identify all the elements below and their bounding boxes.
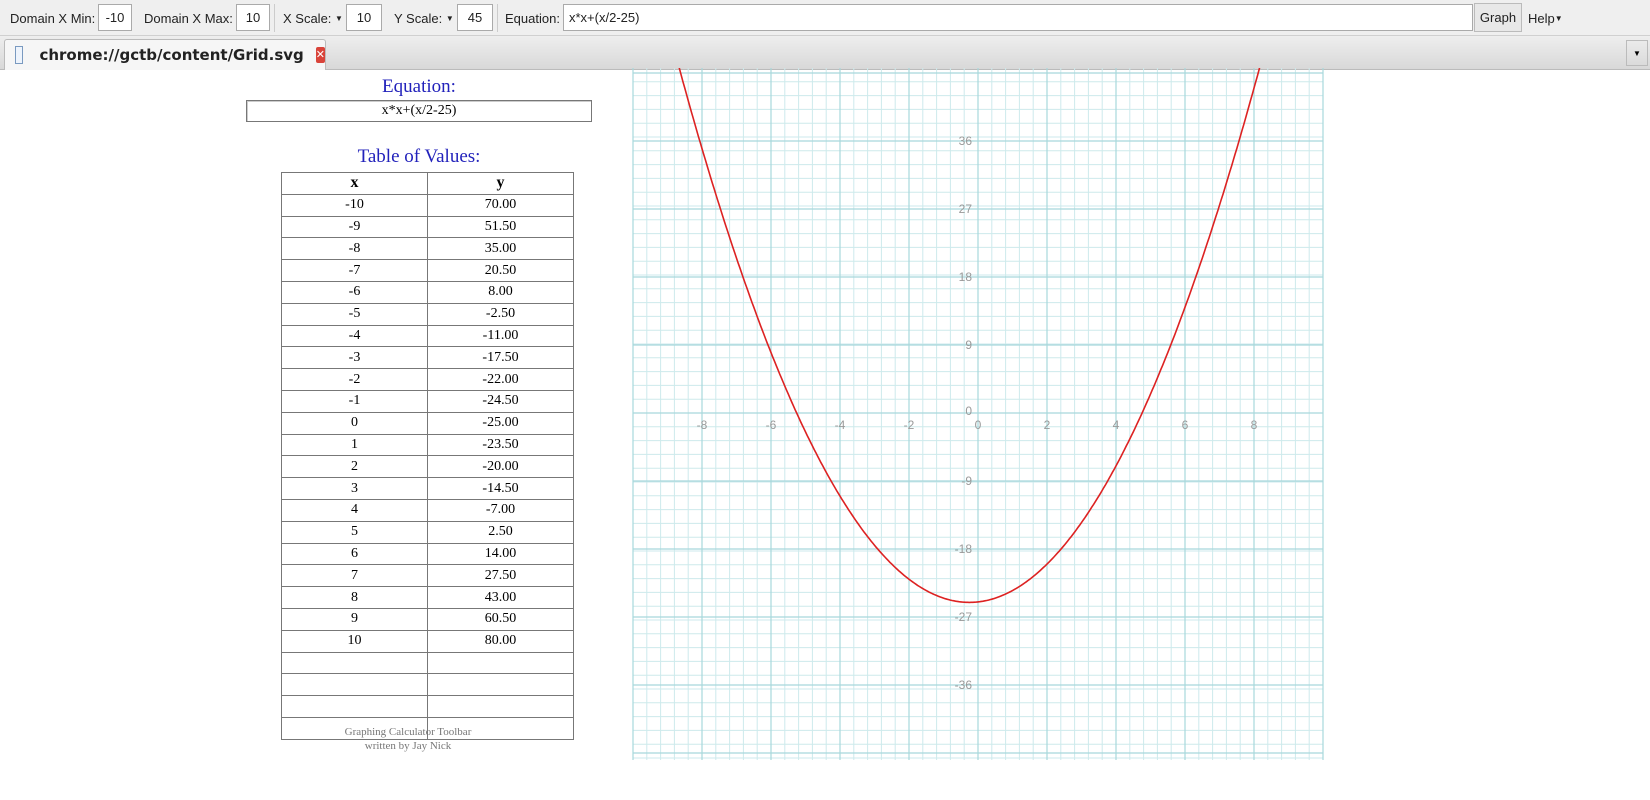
- graph: -8 -6 -4 -2 0 2 4 6 8 -36 -27 -18 -9 0 9 18 27 36: [632, 68, 1324, 760]
- x-tick-label: 4: [1113, 418, 1120, 432]
- y-tick-label: 9: [965, 338, 972, 352]
- x-tick-label: -6: [766, 418, 777, 432]
- y-tick-label: -9: [961, 474, 972, 488]
- y-tick-label: 27: [959, 202, 973, 216]
- y-tick-label: -36: [955, 678, 973, 692]
- y-tick-label: 36: [959, 134, 973, 148]
- y-tick-label: -27: [955, 610, 973, 624]
- x-tick-label: 6: [1182, 418, 1189, 432]
- x-tick-label: 0: [975, 418, 982, 432]
- y-tick-label: -18: [955, 542, 973, 556]
- x-tick-label: 2: [1044, 418, 1051, 432]
- y-tick-label: 0: [965, 404, 972, 418]
- x-tick-label: -2: [904, 418, 915, 432]
- x-tick-label: 8: [1251, 418, 1258, 432]
- y-tick-label: 18: [959, 270, 973, 284]
- x-tick-label: -4: [835, 418, 846, 432]
- x-tick-label: -8: [697, 418, 708, 432]
